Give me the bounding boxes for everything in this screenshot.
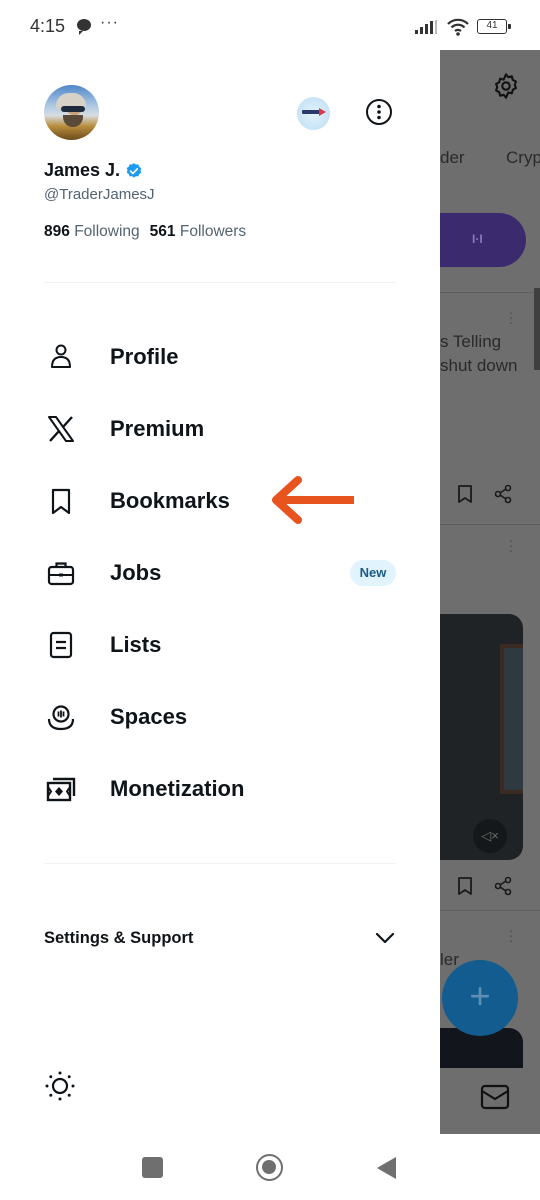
more-notifications-icon: ··· — [100, 14, 119, 31]
chat-notification-icon — [77, 19, 91, 35]
following-link[interactable]: 896 Following — [44, 223, 140, 240]
menu-item-jobs[interactable]: Jobs New — [0, 537, 440, 609]
menu-item-spaces[interactable]: Spaces — [0, 681, 440, 753]
background-tab: der — [440, 148, 465, 167]
status-time: 4:15 — [30, 16, 66, 36]
more-options-icon[interactable] — [365, 98, 393, 126]
share-icon — [494, 876, 512, 896]
background-spaces-pill: I·I — [440, 213, 526, 267]
menu-item-label: Profile — [110, 344, 179, 369]
bookmark-icon — [458, 877, 472, 895]
x-logo-icon — [48, 416, 74, 442]
settings-support-toggle[interactable]: Settings & Support — [44, 918, 396, 958]
mail-icon — [480, 1084, 510, 1110]
followers-link[interactable]: 561 Followers — [150, 223, 247, 240]
menu-item-label: Jobs — [110, 560, 162, 585]
background-post-text: s Telling shut down — [440, 332, 518, 375]
system-nav-bar — [0, 1134, 540, 1200]
money-icon — [46, 777, 76, 802]
verified-badge-icon — [126, 162, 142, 178]
divider — [440, 524, 540, 525]
background-tab: Cryp — [506, 148, 540, 167]
divider — [44, 282, 396, 283]
more-icon: · · · — [508, 532, 514, 558]
menu-item-premium[interactable]: Premium — [0, 393, 440, 465]
menu-item-lists[interactable]: Lists — [0, 609, 440, 681]
follow-stats: 896 Following 561 Followers — [44, 223, 246, 241]
plus-icon: + — [469, 975, 491, 1016]
menu-item-profile[interactable]: Profile — [0, 321, 440, 393]
sun-icon[interactable] — [44, 1070, 76, 1102]
list-icon — [49, 631, 73, 659]
menu-item-bookmarks[interactable]: Bookmarks — [0, 465, 440, 537]
drawer-menu: Profile Premium Bookmarks Jobs New Lists… — [0, 321, 440, 825]
battery-indicator: 41 — [477, 19, 511, 34]
scrollbar — [534, 288, 540, 370]
new-badge: New — [350, 560, 396, 586]
settings-support-label: Settings & Support — [44, 928, 194, 947]
menu-item-label: Spaces — [110, 704, 188, 729]
more-icon: · · · — [508, 304, 514, 330]
signal-icon — [415, 20, 437, 34]
spaces-icon — [47, 705, 75, 731]
bookmark-icon — [458, 485, 472, 503]
switch-account-button[interactable] — [297, 97, 330, 130]
navigation-drawer: James J. @TraderJamesJ 896 Following 561 … — [0, 48, 440, 1134]
divider — [44, 863, 396, 864]
back-button[interactable] — [377, 1157, 396, 1179]
briefcase-icon — [47, 562, 75, 586]
annotation-arrow-icon — [272, 476, 354, 524]
chevron-down-icon — [375, 932, 395, 944]
compose-fab: + — [442, 960, 518, 1036]
background-feed-scrim[interactable]: der Cryp I·I · · · s Telling shut down · · ·… — [440, 48, 540, 1134]
avatar[interactable] — [44, 85, 99, 140]
bookmark-icon — [51, 488, 71, 515]
home-button[interactable] — [256, 1154, 283, 1181]
menu-item-label: Bookmarks — [110, 488, 230, 513]
display-name: James J. — [44, 160, 121, 180]
menu-item-monetization[interactable]: Monetization — [0, 753, 440, 825]
share-icon — [494, 484, 512, 504]
person-icon — [51, 344, 71, 368]
background-video: ◁× — [440, 614, 523, 860]
mute-icon: ◁× — [473, 819, 507, 853]
status-bar: 4:15 ··· 41 — [0, 0, 540, 50]
wifi-icon — [447, 18, 469, 36]
menu-item-label: Premium — [110, 416, 205, 441]
recents-button[interactable] — [142, 1157, 163, 1178]
audio-bars-icon: I·I — [472, 232, 483, 246]
divider — [440, 292, 540, 293]
gear-icon — [495, 73, 517, 99]
menu-item-label: Monetization — [110, 776, 245, 801]
divider — [440, 910, 540, 911]
display-name-row: James J. — [44, 160, 143, 181]
user-handle: @TraderJamesJ — [44, 186, 155, 203]
menu-item-label: Lists — [110, 632, 162, 657]
more-icon: · · · — [508, 922, 514, 948]
